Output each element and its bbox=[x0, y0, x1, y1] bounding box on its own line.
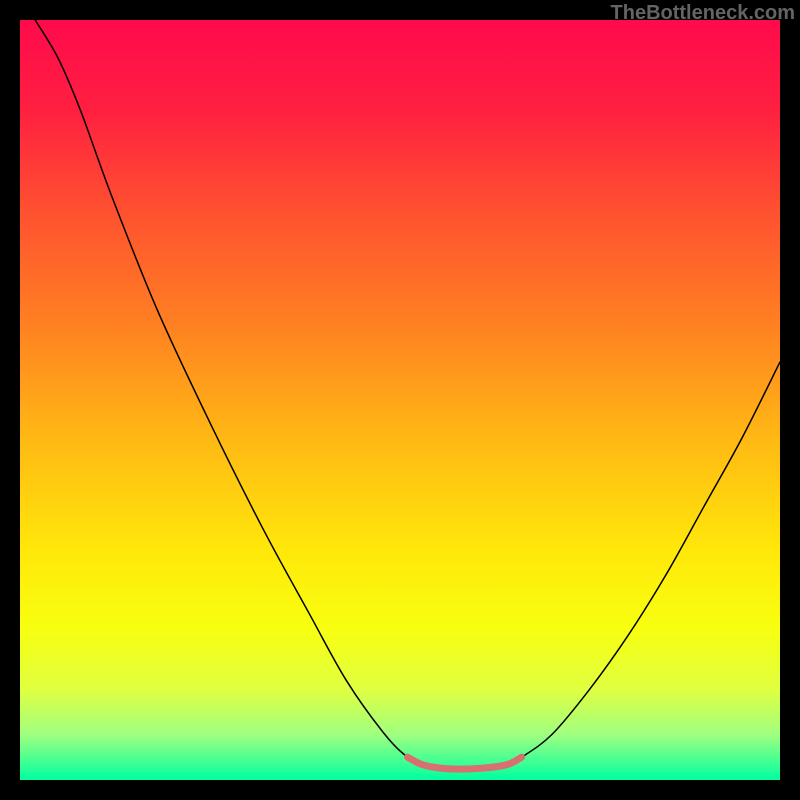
bottleneck-chart bbox=[20, 20, 780, 780]
plot-area bbox=[20, 20, 780, 780]
watermark-label: TheBottleneck.com bbox=[611, 2, 795, 25]
gradient-background bbox=[20, 20, 780, 780]
chart-container: TheBottleneck.com bbox=[0, 0, 800, 800]
